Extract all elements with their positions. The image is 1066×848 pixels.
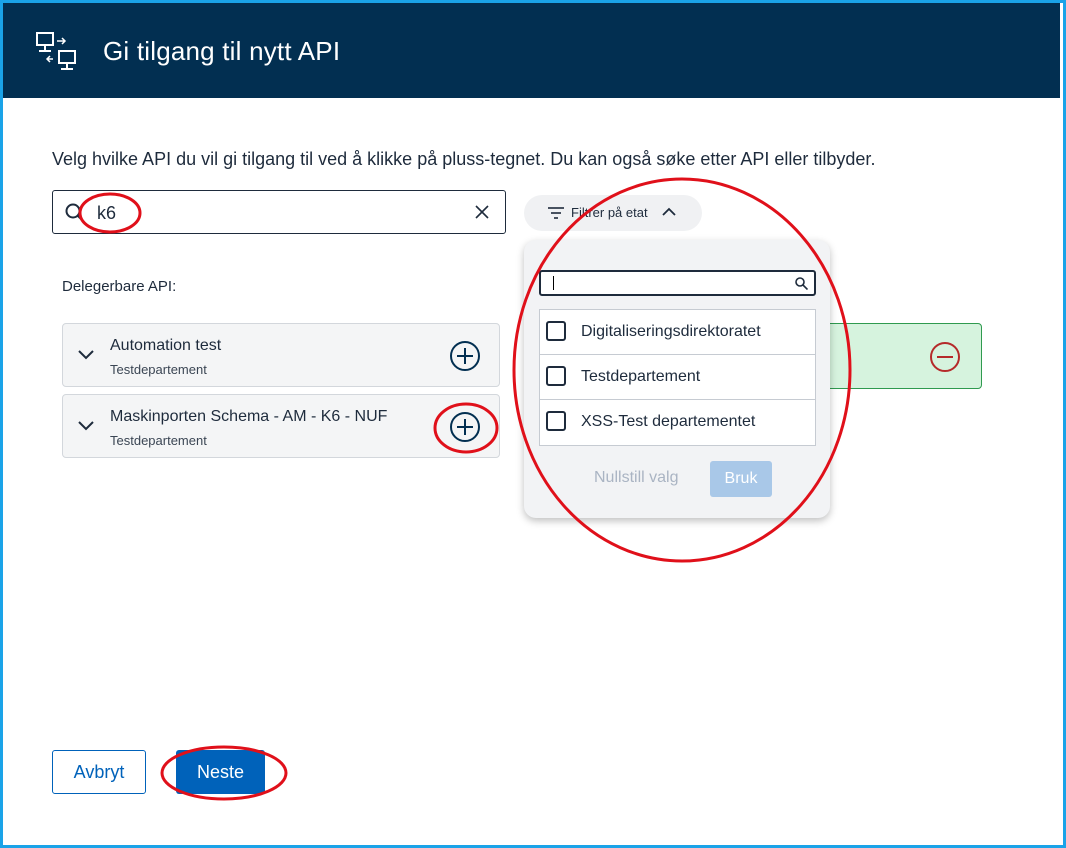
reset-selection-button[interactable]: Nullstill valg bbox=[594, 469, 678, 487]
checkbox[interactable] bbox=[546, 321, 566, 341]
api-name: Automation test bbox=[110, 337, 222, 354]
api-list-item[interactable]: Automation test Testdepartement bbox=[62, 323, 500, 387]
api-list-item[interactable]: Maskinporten Schema - AM - K6 - NUF Test… bbox=[62, 394, 500, 458]
cancel-button[interactable]: Avbryt bbox=[52, 750, 146, 794]
clear-search-icon[interactable] bbox=[475, 205, 489, 219]
remove-circle-icon[interactable] bbox=[929, 341, 961, 373]
modal-title: Gi tilgang til nytt API bbox=[103, 36, 341, 66]
agency-option[interactable]: XSS-Test departementet bbox=[540, 400, 815, 445]
agency-option[interactable]: Digitaliseringsdirektoratet bbox=[540, 310, 815, 355]
intro-text: Velg hvilke API du vil gi tilgang til ve… bbox=[52, 149, 876, 169]
agency-search-input[interactable] bbox=[539, 270, 816, 296]
filter-icon bbox=[548, 207, 564, 219]
checkbox[interactable] bbox=[546, 366, 566, 386]
search-value: k6 bbox=[97, 203, 117, 223]
filter-by-agency-button[interactable]: Filtrer på etat bbox=[524, 195, 702, 231]
api-owner: Testdepartement bbox=[110, 362, 207, 377]
api-network-icon bbox=[36, 32, 76, 70]
agency-option-label: Digitaliseringsdirektoratet bbox=[581, 323, 761, 340]
add-circle-icon[interactable] bbox=[449, 411, 481, 443]
apply-filter-button[interactable]: Bruk bbox=[710, 461, 772, 497]
chevron-down-icon[interactable] bbox=[78, 421, 94, 431]
agency-option[interactable]: Testdepartement bbox=[540, 355, 815, 400]
text-caret bbox=[553, 276, 554, 290]
filter-label: Filtrer på etat bbox=[571, 205, 648, 220]
next-button[interactable]: Neste bbox=[176, 750, 265, 794]
delegable-apis-label: Delegerbare API: bbox=[62, 278, 177, 295]
api-owner: Testdepartement bbox=[110, 433, 207, 448]
modal-header: Gi tilgang til nytt API bbox=[3, 3, 1060, 98]
agency-filter-dropdown: Digitaliseringsdirektoratet Testdepartem… bbox=[524, 240, 830, 518]
api-search-input[interactable]: k6 bbox=[52, 190, 506, 234]
checkbox[interactable] bbox=[546, 411, 566, 431]
chevron-down-icon[interactable] bbox=[78, 350, 94, 360]
agency-option-label: Testdepartement bbox=[581, 368, 701, 385]
search-icon bbox=[65, 203, 85, 223]
agency-option-label: XSS-Test departementet bbox=[581, 413, 756, 430]
chevron-up-icon bbox=[662, 207, 676, 216]
agency-option-list: Digitaliseringsdirektoratet Testdepartem… bbox=[539, 309, 816, 446]
api-name: Maskinporten Schema - AM - K6 - NUF bbox=[110, 408, 388, 425]
search-icon bbox=[795, 277, 808, 290]
add-circle-icon[interactable] bbox=[449, 340, 481, 372]
